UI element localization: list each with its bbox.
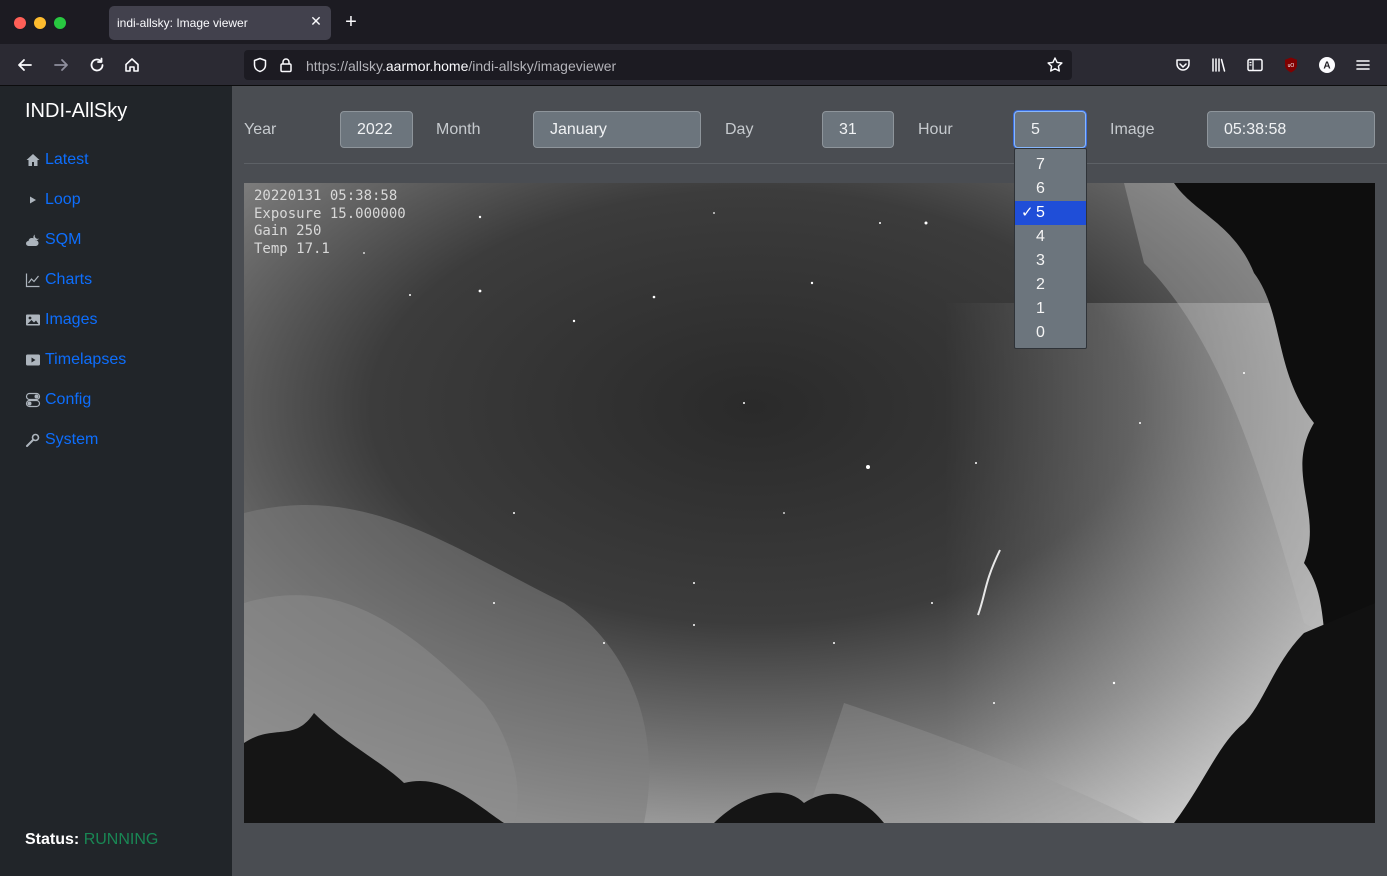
shield-icon[interactable] (252, 57, 268, 73)
sidebar: INDI-AllSky Latest Loop SQM Charts Image… (0, 86, 232, 876)
library-icon[interactable] (1210, 56, 1228, 74)
pocket-icon[interactable] (1174, 56, 1192, 74)
sidebar-item-timelapses[interactable]: Timelapses (25, 349, 126, 371)
sidebar-item-label: SQM (45, 231, 82, 248)
account-avatar-icon[interactable]: A (1318, 56, 1336, 74)
hour-select[interactable]: 5 (1014, 111, 1086, 148)
url-bar[interactable]: https://allsky.aarmor.home/indi-allsky/i… (244, 50, 1072, 80)
hour-option[interactable]: 7 (1015, 153, 1086, 177)
hour-option[interactable]: 0 (1015, 321, 1086, 345)
url-text[interactable]: https://allsky.aarmor.home/indi-allsky/i… (306, 58, 616, 74)
hour-option[interactable]: 1 (1015, 297, 1086, 321)
new-tab-icon[interactable]: + (342, 12, 360, 32)
day-label: Day (725, 121, 754, 138)
year-select[interactable]: 2022 (340, 111, 413, 148)
sidebar-item-label: Images (45, 311, 98, 328)
sidebar-item-label: Latest (45, 151, 89, 168)
reload-icon[interactable] (88, 56, 106, 74)
tab-close-icon[interactable]: ✕ (309, 14, 323, 28)
sidebar-item-loop[interactable]: Loop (25, 189, 81, 211)
wrench-icon (26, 433, 40, 447)
year-label: Year (244, 121, 277, 138)
divider (244, 163, 1387, 164)
forward-arrow-icon[interactable] (52, 56, 70, 74)
minimize-window-button[interactable] (34, 17, 46, 29)
maximize-window-button[interactable] (54, 17, 66, 29)
hour-dropdown-menu[interactable]: 7 6 ✓ 5 4 3 2 1 0 (1014, 148, 1087, 349)
sidebar-item-label: Loop (45, 191, 81, 208)
cloud-moon-icon (26, 234, 39, 246)
sidebar-item-system[interactable]: System (25, 429, 98, 451)
svg-text:A: A (1323, 61, 1330, 72)
lock-icon[interactable] (278, 57, 294, 73)
sidebar-item-images[interactable]: Images (25, 309, 97, 331)
month-label: Month (436, 121, 481, 138)
sidebar-item-label: System (45, 431, 99, 448)
close-window-button[interactable] (14, 17, 26, 29)
month-select[interactable]: January (533, 111, 701, 148)
home-icon[interactable] (123, 56, 141, 74)
main-content: Year 2022 Month January Day 31 Hour 5 Im… (232, 86, 1387, 876)
sidebar-item-config[interactable]: Config (25, 389, 91, 411)
ublock-origin-icon[interactable]: uO (1282, 56, 1300, 74)
sidebar-item-latest[interactable]: Latest (25, 149, 89, 171)
sidebar-item-label: Config (45, 391, 92, 408)
sidebar-item-charts[interactable]: Charts (25, 269, 92, 291)
image-select[interactable]: 05:38:58 (1207, 111, 1375, 148)
image-icon (26, 314, 40, 326)
day-select[interactable]: 31 (822, 111, 894, 148)
hour-option[interactable]: 2 (1015, 273, 1086, 297)
browser-tab[interactable]: indi-allsky: Image viewer ✕ (109, 6, 331, 40)
sidebar-item-label: Timelapses (45, 351, 127, 368)
hour-option[interactable]: 3 (1015, 249, 1086, 273)
hamburger-menu-icon[interactable] (1354, 56, 1372, 74)
video-icon (26, 354, 40, 366)
play-icon (30, 196, 36, 204)
bookmark-star-icon[interactable] (1046, 56, 1064, 74)
image-label: Image (1110, 121, 1155, 138)
chart-line-icon (25, 273, 40, 288)
house-icon (26, 154, 40, 166)
hour-option-selected[interactable]: ✓ 5 (1015, 201, 1086, 225)
back-arrow-icon[interactable] (16, 56, 34, 74)
status-value: RUNNING (83, 831, 159, 848)
toggles-icon (25, 392, 41, 408)
checkmark-icon: ✓ (1021, 204, 1034, 221)
hour-label: Hour (918, 121, 953, 138)
status-line: Status: RUNNING (25, 831, 158, 849)
sidebar-item-label: Charts (45, 271, 93, 288)
browser-toolbar: https://allsky.aarmor.home/indi-allsky/i… (0, 44, 1387, 86)
browser-titlebar: indi-allsky: Image viewer ✕ + (0, 0, 1387, 44)
hour-option[interactable]: 4 (1015, 225, 1086, 249)
brand-title[interactable]: INDI-AllSky (25, 100, 127, 123)
sidebar-item-sqm[interactable]: SQM (25, 229, 81, 251)
allsky-photo (244, 183, 1375, 823)
sidebar-toggle-icon[interactable] (1246, 56, 1264, 74)
tab-title: indi-allsky: Image viewer (117, 16, 248, 30)
allsky-image[interactable]: 20220131 05:38:58 Exposure 15.000000 Gain … (244, 183, 1375, 823)
hour-option[interactable]: 6 (1015, 177, 1086, 201)
svg-text:uO: uO (1288, 63, 1295, 69)
image-overlay-text: 20220131 05:38:58 Exposure 15.000000 Gain … (254, 188, 406, 257)
status-label: Status: (25, 831, 80, 848)
